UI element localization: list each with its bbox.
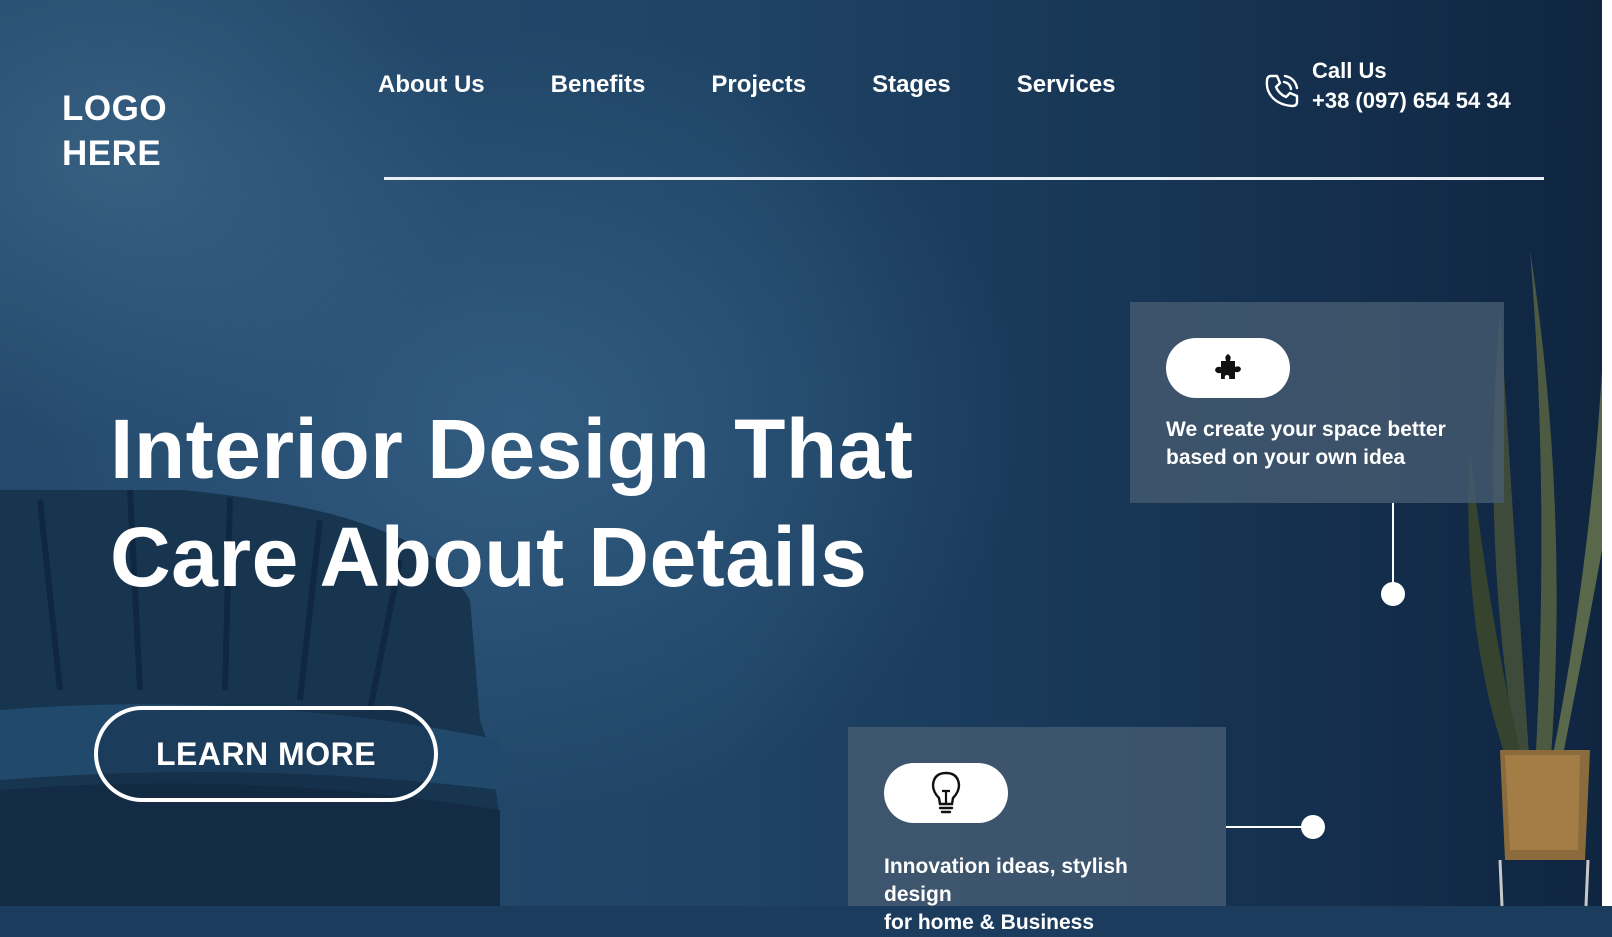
logo[interactable]: LOGO HERE	[62, 86, 167, 176]
phone-number[interactable]: +38 (097) 654 54 34	[1312, 85, 1511, 117]
feature-text-innovation-line-2: for home & Business	[884, 911, 1095, 934]
lightbulb-icon	[931, 771, 961, 814]
hero-title-line-2: Care About Details	[110, 510, 868, 604]
nav-projects[interactable]: Projects	[711, 70, 806, 100]
feature-card-innovation: Innovation ideas, stylish design for hom…	[848, 727, 1226, 934]
logo-line-1: LOGO	[62, 89, 168, 128]
feature-card-idea: We create your space better based on you…	[1130, 302, 1504, 503]
logo-line-2: HERE	[62, 134, 162, 173]
feature-icon-pill	[884, 763, 1008, 823]
nav-benefits[interactable]: Benefits	[551, 70, 646, 100]
connector-dot	[1381, 582, 1405, 606]
nav-about-us[interactable]: About Us	[378, 70, 485, 100]
feature-icon-pill	[1166, 338, 1290, 398]
nav-stages[interactable]: Stages	[872, 70, 951, 100]
page-edge	[1602, 0, 1612, 906]
call-us[interactable]: Call Us +38 (097) 654 54 34	[1262, 57, 1511, 117]
feature-text-innovation: Innovation ideas, stylish design for hom…	[884, 853, 1190, 937]
main-nav: About Us Benefits Projects Stages Servic…	[378, 70, 1116, 100]
connector-line	[1392, 503, 1394, 591]
hero-title-line-1: Interior Design That	[110, 402, 914, 496]
learn-more-button[interactable]: LEARN MORE	[94, 706, 438, 802]
feature-text-innovation-line-1: Innovation ideas, stylish design	[884, 855, 1128, 906]
call-us-label: Call Us	[1312, 58, 1387, 83]
hero-title: Interior Design That Care About Details	[110, 395, 913, 611]
feature-text-idea: We create your space better based on you…	[1166, 418, 1446, 469]
phone-icon	[1265, 74, 1299, 108]
nav-services[interactable]: Services	[1017, 70, 1116, 100]
puzzle-icon	[1215, 354, 1241, 379]
connector-dot	[1301, 815, 1325, 839]
nav-divider	[384, 177, 1544, 180]
